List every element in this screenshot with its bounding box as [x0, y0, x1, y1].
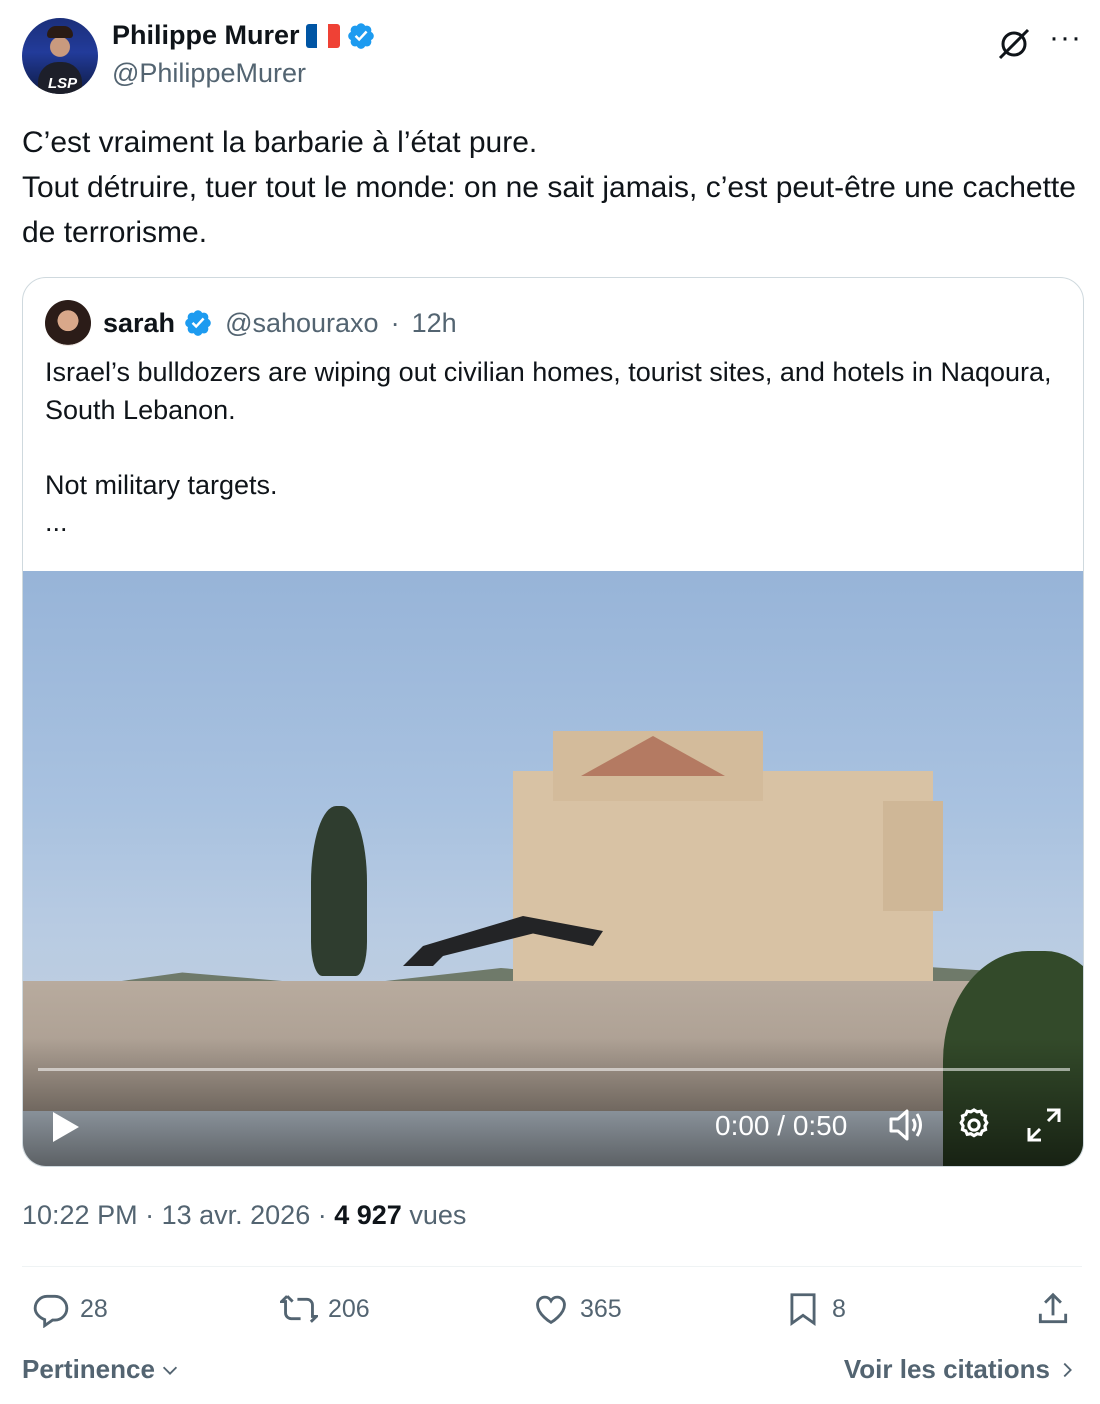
like-icon — [536, 1295, 566, 1325]
meta-separator: · — [317, 1200, 335, 1230]
chevron-right-icon — [1063, 1362, 1072, 1377]
quoted-author-avatar — [45, 300, 91, 346]
author-avatar[interactable]: LSP — [22, 18, 98, 94]
like-button[interactable]: 365 — [532, 1290, 622, 1328]
france-flag-icon — [305, 23, 340, 48]
quoted-post[interactable]: sarah @sahouraxo · 12h Israel’s bulldoze… — [22, 277, 1084, 1167]
views-label: vues — [409, 1200, 467, 1230]
sort-dropdown[interactable]: Pertinence — [22, 1354, 181, 1385]
video-tower — [883, 801, 943, 911]
grok-icon[interactable] — [996, 26, 1032, 62]
author-handle[interactable]: @PhilippeMurer — [112, 58, 306, 89]
volume-icon[interactable] — [888, 1107, 926, 1143]
post-date[interactable]: 13 avr. 2026 — [162, 1200, 311, 1230]
more-icon[interactable]: ··· — [1049, 23, 1082, 53]
post-header: LSP Philippe Murer @PhilippeMurer ··· — [22, 18, 1082, 96]
quoted-post-text: Israel’s bulldozers are wiping out civil… — [45, 357, 1052, 537]
video-house — [513, 771, 933, 991]
bookmark-icon — [790, 1293, 816, 1327]
post-text: C’est vraiment la barbarie à l’état pure… — [22, 126, 1076, 249]
view-quotes-link[interactable]: Voir les citations — [844, 1354, 1078, 1385]
video-controls-shade — [23, 1038, 1083, 1166]
reply-count: 28 — [80, 1294, 108, 1323]
verified-icon[interactable] — [346, 21, 376, 51]
quoted-post-age: 12h — [411, 307, 457, 338]
video-time: 0:00 / 0:50 — [715, 1110, 848, 1141]
like-count: 365 — [580, 1294, 622, 1323]
meta-separator: · — [145, 1200, 162, 1230]
repost-icon — [280, 1295, 318, 1323]
verified-icon — [185, 310, 211, 336]
reply-button[interactable]: 28 — [32, 1290, 108, 1328]
view-quotes-label: Voir les citations — [843, 1354, 1050, 1384]
quoted-post-header: sarah @sahouraxo · 12h — [45, 300, 457, 346]
share-button[interactable] — [1034, 1290, 1072, 1328]
post-meta: 10:22 PM · 13 avr. 2026 · 4 927 vues — [22, 1200, 466, 1231]
avatar-hair — [47, 26, 73, 38]
divider — [22, 1266, 1082, 1267]
repost-button[interactable]: 206 — [280, 1290, 370, 1328]
avatar-logo: LSP — [48, 75, 78, 92]
settings-icon[interactable] — [955, 1106, 993, 1144]
repost-count: 206 — [328, 1294, 370, 1323]
author-name[interactable]: Philippe Murer — [112, 20, 300, 51]
sort-label: Pertinence — [22, 1354, 155, 1384]
action-bar: 28 206 365 8 — [22, 1290, 1082, 1336]
quoted-author-name: sarah — [103, 307, 176, 338]
views-count: 4 927 — [334, 1200, 402, 1230]
share-icon — [1038, 1292, 1068, 1324]
author-name-line: Philippe Murer — [112, 20, 376, 51]
video-progress-bar[interactable] — [38, 1068, 1070, 1071]
bookmark-count: 8 — [832, 1294, 846, 1323]
reply-icon — [33, 1294, 69, 1328]
quoted-author-handle: @sahouraxo — [225, 307, 379, 338]
video-player[interactable]: 0:00 / 0:50 — [23, 571, 1083, 1166]
bookmark-button[interactable]: 8 — [784, 1290, 846, 1328]
fullscreen-icon[interactable] — [1025, 1106, 1063, 1144]
chevron-down-icon — [162, 1366, 178, 1375]
quoted-separator: · — [390, 307, 400, 338]
post-time[interactable]: 10:22 PM — [22, 1200, 138, 1230]
video-tree — [311, 806, 367, 976]
play-icon[interactable] — [51, 1111, 81, 1143]
